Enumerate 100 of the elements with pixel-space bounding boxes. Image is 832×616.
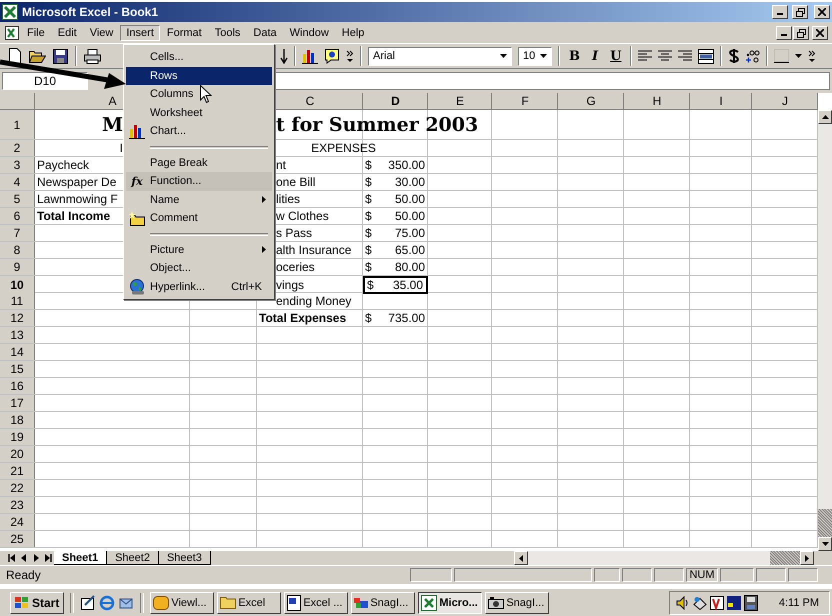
- scroll-down-button[interactable]: [818, 537, 832, 551]
- menu-item[interactable]: File: [21, 24, 51, 40]
- row-header[interactable]: 6: [0, 208, 35, 224]
- taskbar-button[interactable]: Micro...: [418, 592, 482, 614]
- format-button[interactable]: B: [566, 48, 583, 64]
- align-center-icon[interactable]: [658, 50, 672, 62]
- scroll-thumb[interactable]: [770, 551, 800, 565]
- row-header[interactable]: 20: [0, 446, 35, 462]
- menu-item[interactable]: Tools: [208, 24, 246, 40]
- chevron-icon[interactable]: [808, 50, 816, 62]
- menu-item[interactable]: Columns: [126, 85, 272, 104]
- minimize-button[interactable]: [776, 26, 792, 40]
- vertical-scrollbar[interactable]: [818, 110, 832, 551]
- chart-icon[interactable]: [302, 48, 318, 64]
- menu-item[interactable]: Picture: [126, 240, 272, 259]
- column-header[interactable]: G: [586, 94, 596, 108]
- scroll-up-button[interactable]: [818, 110, 832, 124]
- menu-item[interactable]: Chart...: [126, 122, 272, 140]
- row-header[interactable]: 22: [0, 480, 35, 496]
- speaker-icon[interactable]: [676, 596, 690, 610]
- help-icon[interactable]: [324, 48, 340, 64]
- row-header[interactable]: 24: [0, 514, 35, 530]
- menu-item[interactable]: Cells...: [126, 48, 272, 66]
- menu-item[interactable]: View: [84, 24, 120, 40]
- row-header[interactable]: 5: [0, 191, 35, 207]
- row-header[interactable]: 4: [0, 174, 35, 190]
- sort-down-icon[interactable]: [280, 48, 288, 64]
- menu-item[interactable]: Name: [126, 190, 272, 209]
- row-header[interactable]: 17: [0, 395, 35, 411]
- row-header[interactable]: 8: [0, 242, 35, 258]
- taskbar-button[interactable]: Excel ...: [284, 592, 348, 614]
- taskbar-button[interactable]: Excel: [217, 592, 282, 614]
- start-button[interactable]: Start: [10, 592, 64, 614]
- menu-item[interactable]: Window: [284, 24, 335, 40]
- menu-item[interactable]: fx Function...: [126, 172, 272, 190]
- currency-icon[interactable]: [728, 49, 740, 63]
- name-box[interactable]: D10: [2, 72, 88, 90]
- row-header[interactable]: 16: [0, 378, 35, 394]
- merge-cells-icon[interactable]: [698, 48, 714, 64]
- row-header[interactable]: 9: [0, 259, 35, 275]
- format-button[interactable]: U: [607, 48, 624, 64]
- display-icon[interactable]: [726, 596, 741, 610]
- open-folder-icon[interactable]: [29, 49, 46, 63]
- dropdown-arrow-icon[interactable]: [795, 54, 802, 58]
- decimal-icon[interactable]: [746, 49, 760, 63]
- taskbar-button[interactable]: Viewl...: [150, 592, 214, 614]
- row-header[interactable]: 15: [0, 361, 35, 377]
- taskbar-button[interactable]: SnagI...: [485, 592, 550, 614]
- menu-item[interactable]: Edit: [52, 24, 83, 40]
- row-header[interactable]: 23: [0, 497, 35, 513]
- row-header[interactable]: 11: [0, 293, 35, 309]
- minimize-button[interactable]: [772, 5, 788, 19]
- menu-item[interactable]: Format: [160, 24, 208, 40]
- row-header[interactable]: 21: [0, 463, 35, 479]
- restore-button[interactable]: [792, 5, 808, 19]
- menu-item[interactable]: Insert: [120, 24, 160, 40]
- last-sheet-icon[interactable]: [42, 552, 54, 564]
- row-header[interactable]: 2: [0, 140, 35, 156]
- restore-button[interactable]: [793, 26, 809, 40]
- horizontal-scrollbar[interactable]: [514, 551, 814, 565]
- scroll-thumb[interactable]: [818, 509, 832, 537]
- close-button[interactable]: [812, 26, 828, 40]
- new-document-icon[interactable]: [8, 48, 22, 64]
- font-size-dropdown[interactable]: 10: [518, 46, 552, 66]
- row-header[interactable]: 25: [0, 531, 35, 547]
- row-header[interactable]: 14: [0, 344, 35, 360]
- row-header[interactable]: 3: [0, 157, 35, 173]
- sheet-tab[interactable]: Sheet3: [158, 551, 211, 565]
- row-header[interactable]: 10: [0, 276, 35, 294]
- menu-item[interactable]: Worksheet: [126, 104, 272, 122]
- column-header[interactable]: E: [456, 94, 464, 108]
- menu-item[interactable]: Rows: [126, 66, 272, 85]
- borders-icon[interactable]: [774, 49, 790, 63]
- row-header[interactable]: 18: [0, 412, 35, 428]
- scroll-right-button[interactable]: [800, 551, 814, 565]
- menu-item[interactable]: Page Break: [126, 154, 272, 172]
- taskbar-button[interactable]: SnagI...: [351, 592, 416, 614]
- close-button[interactable]: [814, 5, 830, 19]
- menu-item[interactable]: Data: [247, 24, 283, 40]
- row-header[interactable]: 1: [0, 110, 35, 139]
- row-header[interactable]: 7: [0, 225, 35, 241]
- menu-item[interactable]: Hyperlink... Ctrl+K: [126, 278, 272, 296]
- menu-item[interactable]: Comment: [126, 209, 272, 228]
- row-header[interactable]: 19: [0, 429, 35, 445]
- column-header[interactable]: C: [306, 94, 314, 108]
- menu-item[interactable]: Help: [336, 24, 370, 40]
- row-header[interactable]: 13: [0, 327, 35, 343]
- column-header[interactable]: J: [782, 94, 788, 108]
- column-header[interactable]: F: [521, 94, 529, 108]
- column-header[interactable]: A: [108, 94, 116, 108]
- first-sheet-icon[interactable]: [6, 552, 18, 564]
- sheet-tab[interactable]: Sheet2: [107, 551, 159, 565]
- font-dropdown[interactable]: Arial: [368, 46, 512, 66]
- sheet-tab[interactable]: Sheet1: [54, 551, 108, 565]
- save-icon[interactable]: [53, 48, 68, 64]
- menu-item[interactable]: Object...: [126, 259, 272, 278]
- row-header[interactable]: 12: [0, 310, 35, 326]
- format-button[interactable]: I: [589, 48, 602, 64]
- scroll-left-button[interactable]: [514, 551, 528, 565]
- chevron-icon[interactable]: [346, 50, 354, 62]
